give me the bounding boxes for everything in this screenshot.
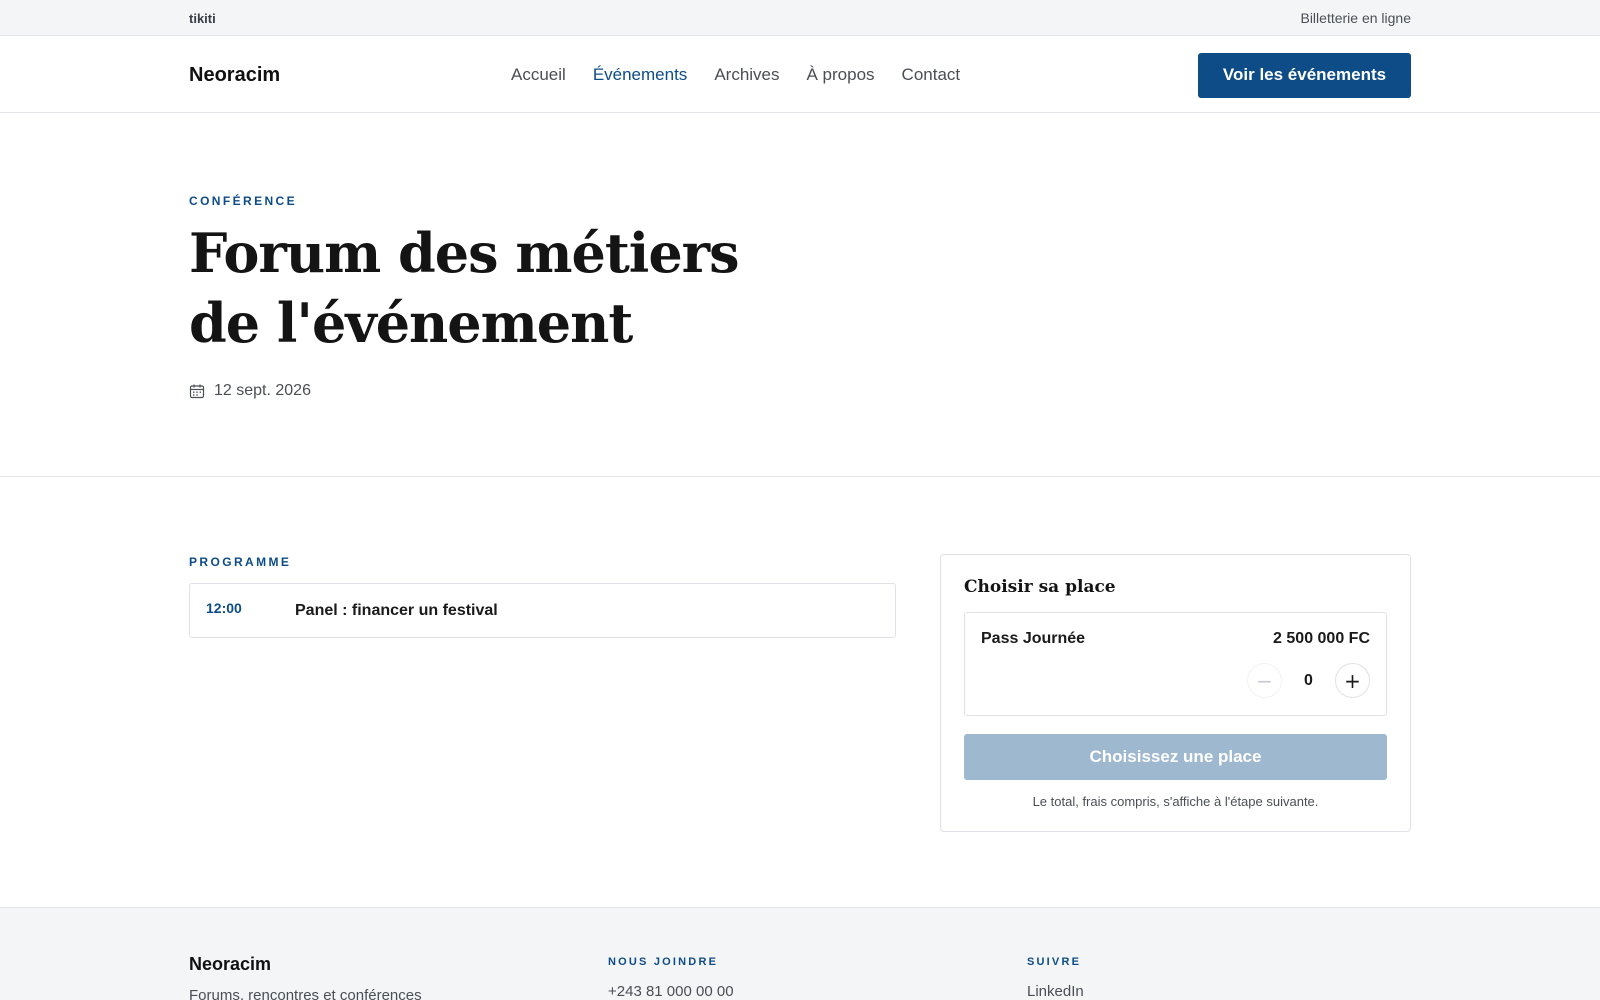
ticket-panel: Choisir sa place Pass Journée 2 500 000 …: [940, 554, 1411, 832]
nav-a-propos[interactable]: À propos: [807, 65, 875, 85]
title-line-1: Forum des métiers: [189, 221, 740, 285]
footer-brand-column: Neoracim Forums, rencontres et conférenc…: [189, 954, 422, 1000]
event-category: CONFÉRENCE: [189, 194, 298, 208]
event-details: PROGRAMME 12:00 Panel : financer un fest…: [0, 478, 1600, 907]
platform-tagline: Billetterie en ligne: [1300, 10, 1411, 26]
site-header: Neoracim Accueil Événements Archives À p…: [0, 37, 1600, 113]
footer-linkedin-link[interactable]: LinkedIn: [1027, 983, 1084, 1000]
calendar-icon: [189, 384, 205, 399]
nav-evenements[interactable]: Événements: [593, 65, 688, 85]
top-strip: tikiti Billetterie en ligne: [0, 0, 1600, 36]
total-note: Le total, frais compris, s'affiche à l'é…: [1032, 794, 1319, 809]
ticket-price: 2 500 000 FC: [1273, 630, 1370, 647]
title-line-2: de l'événement: [189, 291, 633, 355]
event-date-text: 12 sept. 2026: [214, 382, 311, 399]
event-date: 12 sept. 2026: [189, 382, 1411, 400]
ticket-name: Pass Journée: [981, 630, 1086, 647]
ticket-option: Pass Journée 2 500 000 FC − 0 +: [964, 612, 1387, 716]
footer-description: Forums, rencontres et conférences: [189, 987, 422, 1000]
program-heading: PROGRAMME: [189, 555, 292, 569]
quantity-stepper: − 0 +: [1247, 663, 1370, 698]
nav-accueil[interactable]: Accueil: [511, 65, 566, 85]
quantity-value: 0: [1304, 671, 1313, 689]
choose-seat-button[interactable]: Choisissez une place: [964, 734, 1387, 780]
nav-archives[interactable]: Archives: [714, 65, 779, 85]
decrease-quantity-button[interactable]: −: [1247, 663, 1282, 698]
nav-contact[interactable]: Contact: [902, 65, 961, 85]
footer-contact-heading: NOUS JOINDRE: [608, 956, 719, 968]
footer-follow-heading: SUIVRE: [1027, 956, 1082, 968]
site-logo[interactable]: Neoracim: [189, 64, 511, 87]
main-nav: Accueil Événements Archives À propos Con…: [511, 65, 1198, 85]
page-title: Forum des métiers de l'événement: [189, 218, 1411, 358]
platform-brand[interactable]: tikiti: [189, 11, 216, 26]
footer-brand: Neoracim: [189, 954, 272, 974]
program-item-title: Panel : financer un festival: [295, 601, 498, 619]
program-section: PROGRAMME 12:00 Panel : financer un fest…: [189, 555, 896, 638]
program-item: 12:00 Panel : financer un festival: [189, 583, 896, 638]
ticket-panel-title: Choisir sa place: [964, 577, 1116, 597]
site-footer: Neoracim Forums, rencontres et conférenc…: [0, 907, 1600, 1000]
event-hero: CONFÉRENCE Forum des métiers de l'événem…: [0, 114, 1600, 477]
footer-phone-link[interactable]: +243 81 000 00 00: [608, 983, 734, 1000]
increase-quantity-button[interactable]: +: [1335, 663, 1370, 698]
footer-follow-column: SUIVRE LinkedIn: [1027, 956, 1084, 1000]
program-item-time: 12:00: [206, 599, 242, 616]
view-events-button[interactable]: Voir les événements: [1198, 52, 1411, 98]
footer-contact-column: NOUS JOINDRE +243 81 000 00 00: [608, 956, 734, 1000]
